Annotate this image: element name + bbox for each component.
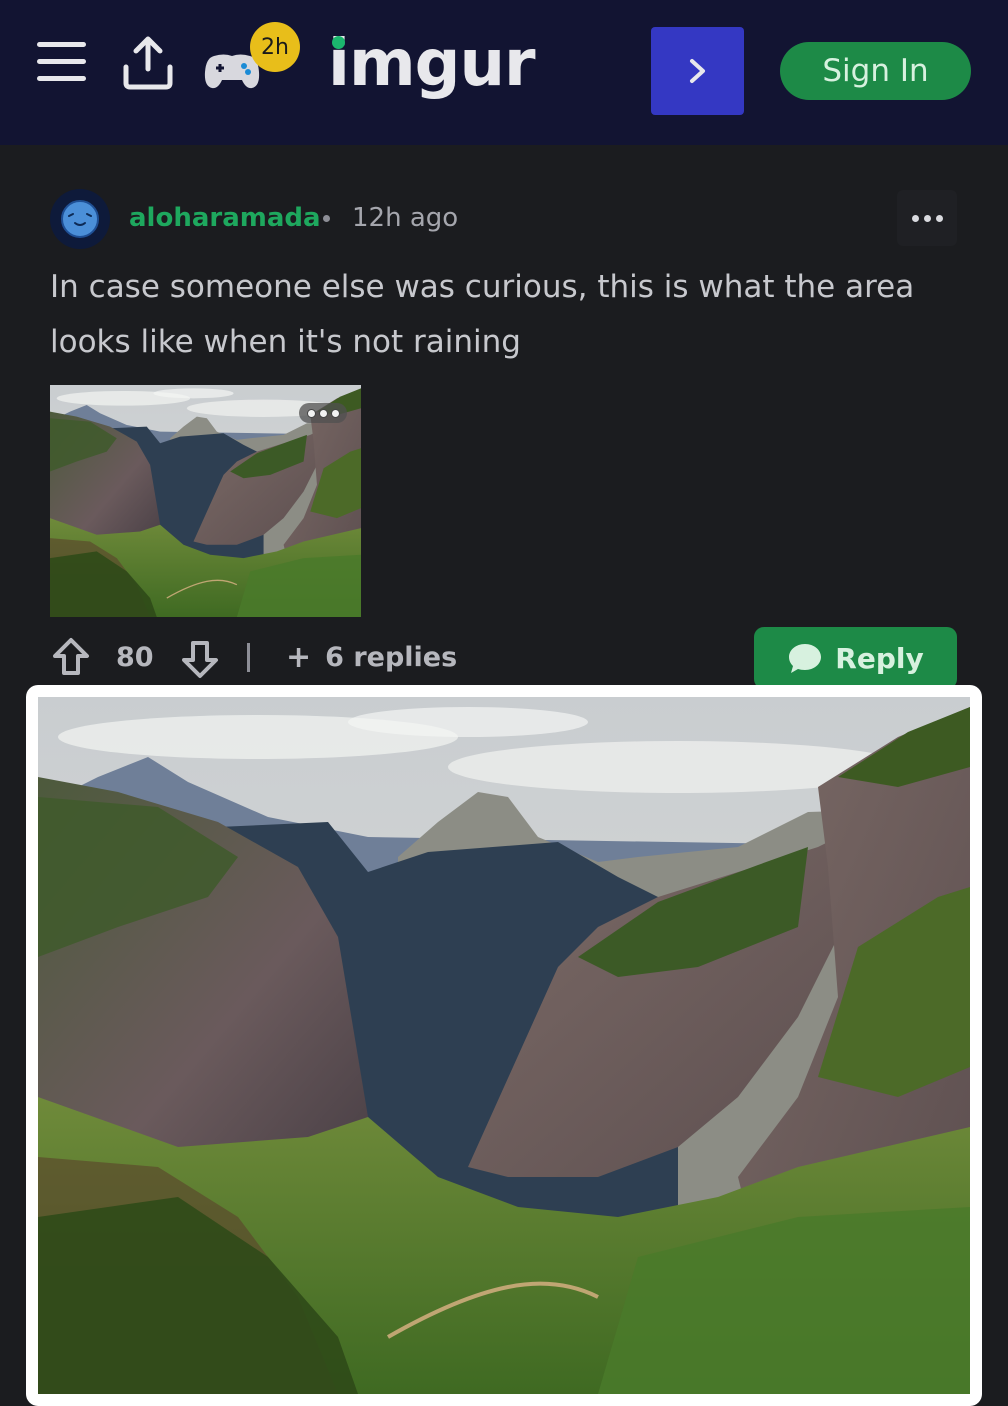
landscape-image	[38, 697, 970, 1394]
games-button[interactable]: 2h	[200, 20, 300, 100]
separator-dot	[323, 215, 330, 222]
replies-label: 6 replies	[325, 642, 458, 673]
top-bar: 2h imgur Sign In	[0, 0, 1008, 145]
reply-label: Reply	[835, 641, 924, 675]
action-divider	[247, 643, 250, 672]
chevron-right-icon	[689, 59, 705, 83]
hamburger-menu-icon[interactable]	[37, 42, 87, 82]
upload-icon[interactable]	[118, 33, 178, 93]
sign-in-button[interactable]: Sign In	[780, 42, 971, 100]
next-post-button[interactable]	[651, 27, 744, 115]
comment-image-thumbnail[interactable]	[50, 385, 361, 617]
reply-button[interactable]: Reply	[754, 627, 957, 689]
vote-count: 80	[116, 642, 154, 673]
game-time-badge: 2h	[250, 22, 300, 72]
plus-icon: +	[286, 640, 312, 675]
expanded-image-viewer[interactable]	[26, 685, 982, 1406]
comment-username[interactable]: aloharamada	[129, 199, 321, 237]
show-replies-button[interactable]: + 6 replies	[286, 638, 457, 678]
speech-bubble-icon	[789, 644, 822, 673]
imgur-logo[interactable]: imgur	[328, 24, 536, 104]
comment-timestamp: 12h ago	[352, 203, 459, 233]
blue-planet-avatar-icon	[61, 200, 99, 238]
more-options-icon[interactable]	[897, 190, 957, 246]
expanded-image	[38, 697, 970, 1394]
logo-dot	[332, 36, 345, 49]
avatar[interactable]	[50, 189, 110, 249]
thumbnail-more-icon[interactable]	[299, 403, 347, 423]
downvote-arrow-icon[interactable]	[180, 638, 220, 680]
comment-text: In case someone else was curious, this i…	[50, 269, 915, 360]
upvote-arrow-icon[interactable]	[51, 636, 91, 678]
